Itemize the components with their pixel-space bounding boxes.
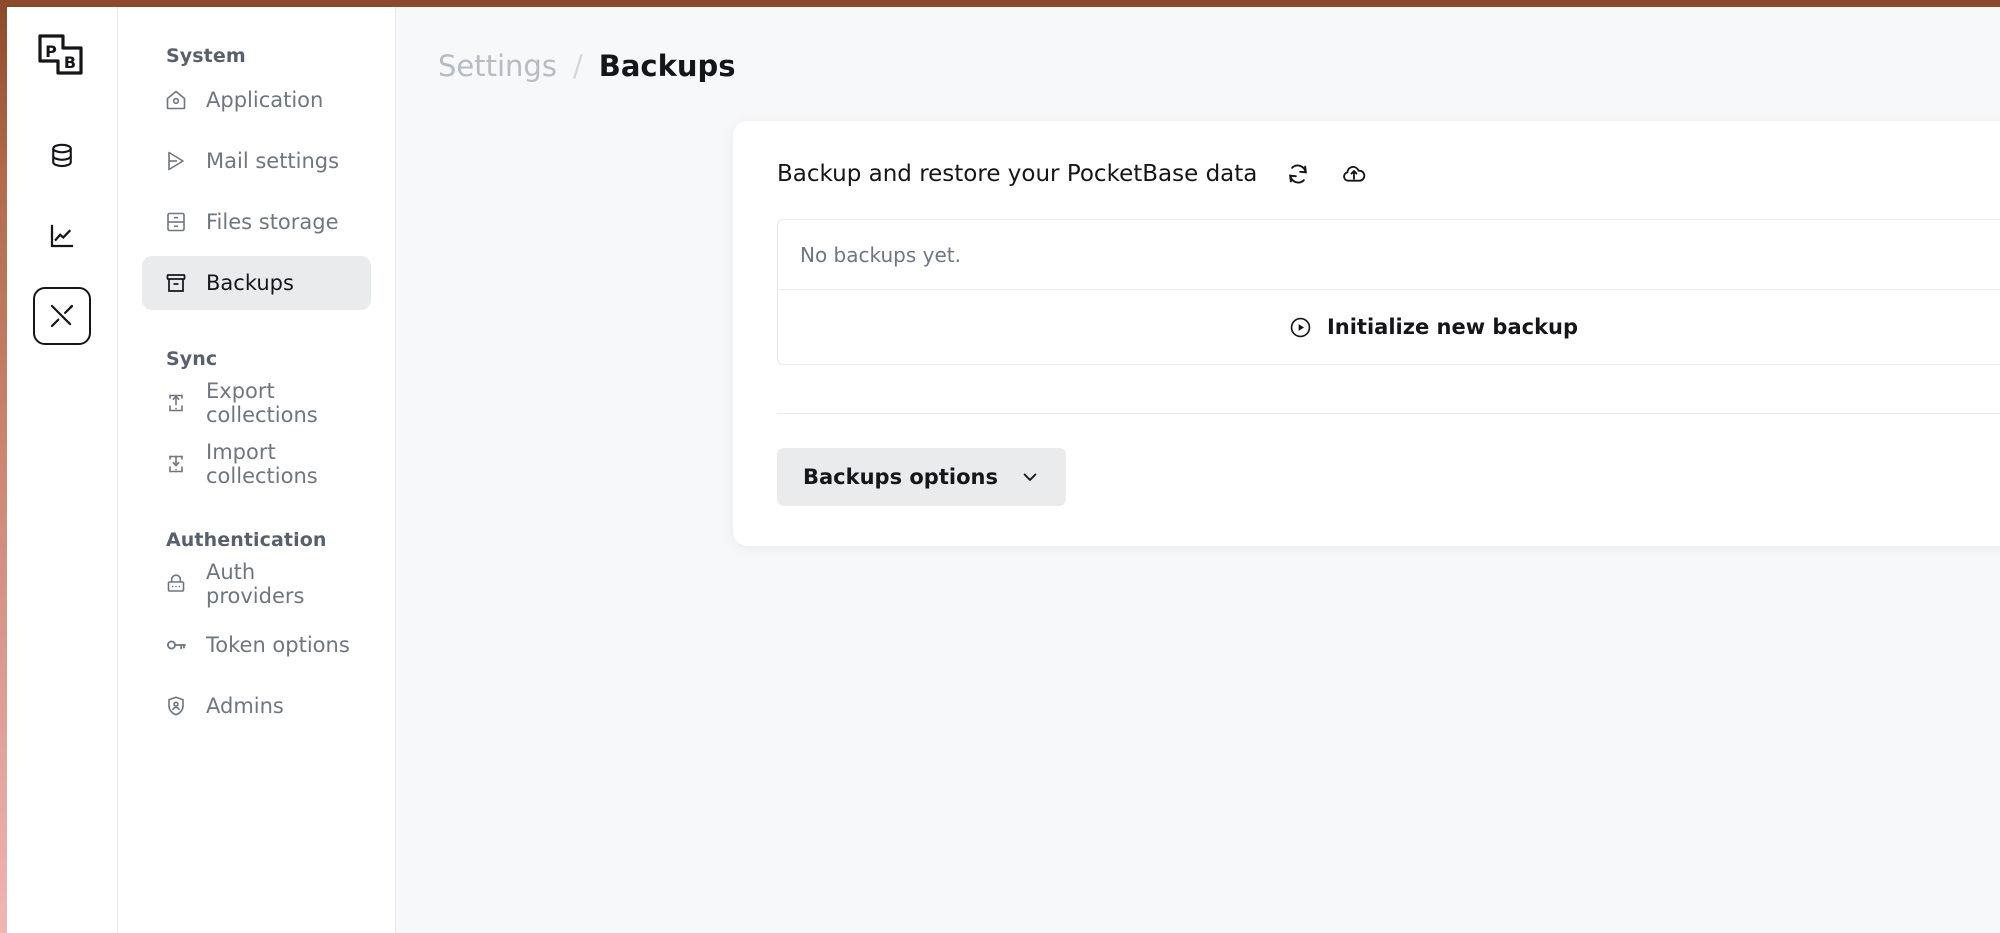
- sidebar-item-mail-settings[interactable]: Mail settings: [142, 134, 371, 188]
- chevron-down-icon: [1020, 467, 1040, 487]
- breadcrumb-separator: /: [572, 49, 583, 83]
- nav-group-title-authentication: Authentication: [166, 529, 327, 551]
- play-circle-icon: [1288, 315, 1313, 340]
- initialize-new-backup-label: Initialize new backup: [1326, 315, 1579, 339]
- archive-box-icon: [164, 271, 188, 295]
- refresh-icon[interactable]: [1283, 159, 1313, 189]
- nav-group-title-system: System: [166, 45, 246, 67]
- send-triangle-icon: [164, 149, 188, 173]
- settings-sidebar: System Application Mail settings Files s…: [118, 7, 396, 933]
- backups-panel-title: Backup and restore your PocketBase data: [777, 161, 1258, 187]
- sidebar-item-import-collections[interactable]: Import collections: [142, 437, 371, 491]
- drawer-icon: [164, 210, 188, 234]
- sidebar-item-label: Auth providers: [206, 560, 305, 608]
- top-accent-bar: [0, 0, 2000, 7]
- page-title: Backups: [598, 49, 736, 83]
- sidebar-item-label: Admins: [206, 694, 284, 718]
- backups-panel-header: Backup and restore your PocketBase data: [777, 159, 2000, 189]
- sidebar-item-admins[interactable]: Admins: [142, 679, 371, 733]
- backups-panel: Backup and restore your PocketBase data: [733, 121, 2000, 546]
- sidebar-item-label: Mail settings: [206, 149, 340, 173]
- panel-divider: [777, 413, 2000, 414]
- sidebar-item-files-storage[interactable]: Files storage: [142, 195, 371, 249]
- collections-icon: [47, 141, 77, 171]
- rail-item-settings[interactable]: [33, 287, 91, 345]
- pocketbase-logo-icon[interactable]: P B: [34, 29, 90, 85]
- sidebar-item-label: Export collections: [206, 379, 318, 427]
- sidebar-item-backups[interactable]: Backups: [142, 256, 371, 310]
- shield-user-icon: [164, 694, 188, 718]
- initialize-new-backup-button[interactable]: Initialize new backup: [778, 290, 2000, 364]
- sidebar-item-label: Application: [206, 88, 324, 112]
- backups-options-button[interactable]: Backups options: [777, 448, 1066, 506]
- house-gear-icon: [164, 88, 188, 112]
- svg-text:P: P: [45, 42, 57, 61]
- sidebar-item-token-options[interactable]: Token options: [142, 618, 371, 672]
- sidebar-item-label: Token options: [206, 633, 350, 657]
- sidebar-item-label: Backups: [206, 271, 294, 295]
- logs-chart-icon: [47, 221, 77, 251]
- sidebar-item-export-collections[interactable]: Export collections: [142, 376, 371, 430]
- breadcrumb: Settings / Backups: [396, 7, 2000, 83]
- nav-group-title-sync: Sync: [166, 348, 218, 370]
- breadcrumb-settings-link[interactable]: Settings: [438, 49, 557, 83]
- export-up-icon: [164, 391, 188, 415]
- sidebar-item-application[interactable]: Application: [142, 73, 371, 127]
- upload-cloud-icon[interactable]: [1339, 159, 1369, 189]
- app-icon-rail: P B: [7, 7, 118, 933]
- key-icon: [164, 633, 188, 657]
- backups-empty-message: No backups yet.: [778, 220, 2000, 290]
- rail-item-logs[interactable]: [33, 207, 91, 265]
- backups-options-label: Backups options: [803, 465, 998, 489]
- settings-tools-icon: [47, 301, 77, 331]
- backups-list: No backups yet. Initialize new backup: [777, 219, 2000, 365]
- sidebar-item-label: Files storage: [206, 210, 339, 234]
- main-content: Settings / Backups Backup and restore yo…: [396, 7, 2000, 933]
- left-accent-strip: [0, 0, 7, 933]
- lock-icon: [164, 572, 188, 596]
- sidebar-item-label: Import collections: [206, 440, 318, 488]
- sidebar-item-auth-providers[interactable]: Auth providers: [142, 557, 371, 611]
- svg-text:B: B: [64, 53, 76, 72]
- import-down-icon: [164, 452, 188, 476]
- rail-item-collections[interactable]: [33, 127, 91, 185]
